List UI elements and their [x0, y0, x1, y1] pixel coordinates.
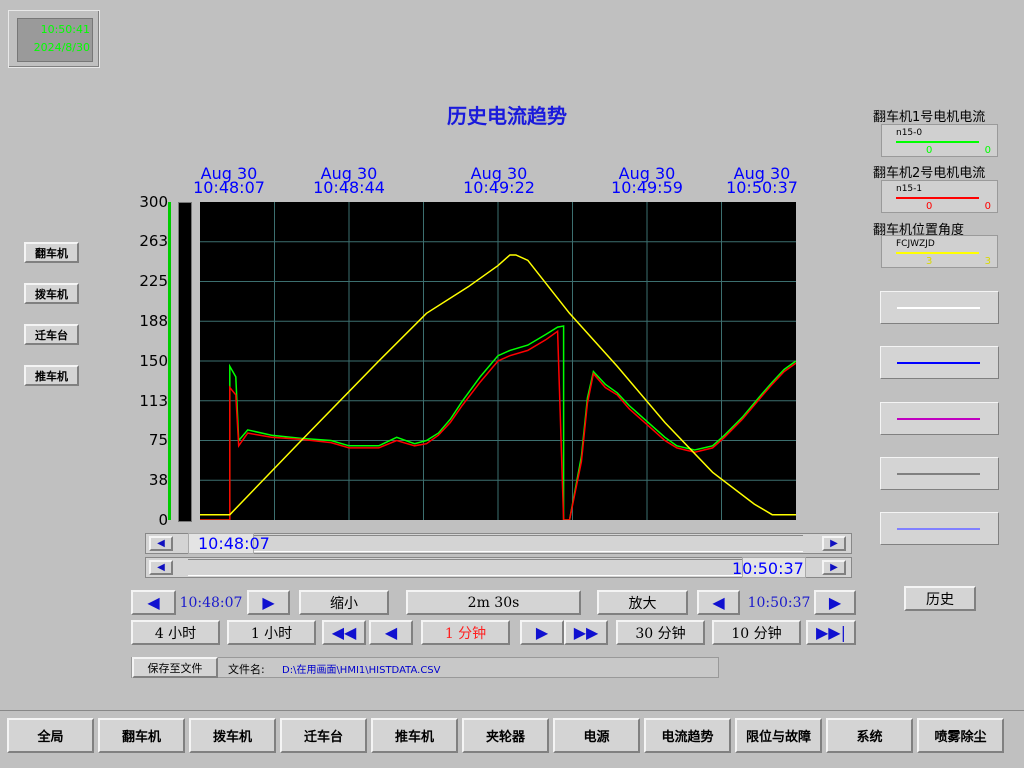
file-name-label: 文件名:	[228, 663, 265, 676]
scroll-start-value: 10:48:07	[198, 534, 270, 553]
clock-time: 10:50:41	[40, 23, 90, 36]
scroll-track[interactable]	[188, 559, 803, 576]
zoom-in-button[interactable]: 放大	[597, 590, 688, 615]
range-1h-button[interactable]: 1 小时	[227, 620, 316, 645]
y-tick-label: 263	[139, 232, 168, 250]
save-to-file-button[interactable]: 保存至文件	[132, 657, 218, 678]
pen-slot-magenta[interactable]	[880, 402, 999, 435]
range-4h-button[interactable]: 4 小时	[131, 620, 220, 645]
time-axis-label: Aug 30 10:49:22	[463, 164, 535, 197]
range-10m-button[interactable]: 10 分钟	[712, 620, 801, 645]
time-axis-label: Aug 30 10:48:44	[313, 164, 385, 197]
zoom-out-button[interactable]: 缩小	[299, 590, 389, 615]
nav-power[interactable]: 电源	[553, 718, 640, 753]
y-tick-label: 113	[139, 392, 168, 410]
prev-start-button[interactable]: ◀	[131, 590, 176, 615]
page-title: 历史电流趋势	[447, 104, 567, 128]
nav-button-boche[interactable]: 拨车机	[24, 283, 79, 304]
legend-title-1: 翻车机1号电机电流	[873, 110, 986, 125]
time-axis-label: Aug 30 10:49:59	[611, 164, 683, 197]
time-scrollbar-end[interactable]: ◀ 10:50:37 ▶	[145, 557, 852, 578]
scroll-end-value: 10:50:37	[732, 559, 804, 578]
y-axis-line	[168, 202, 171, 520]
fast-forward-icon[interactable]: ▶▶	[564, 620, 608, 645]
time-axis-label: Aug 30 10:48:07	[193, 164, 265, 197]
trend-chart[interactable]	[200, 202, 797, 521]
time-scrollbar-start[interactable]: ◀ 10:48:07 ▶	[145, 533, 852, 554]
nav-button-tuiche[interactable]: 推车机	[24, 365, 79, 386]
legend-box-3[interactable]: FCJWZJD 3 3	[881, 235, 998, 268]
next-end-button[interactable]: ▶	[814, 590, 856, 615]
nav-current-trend[interactable]: 电流趋势	[644, 718, 731, 753]
pen-slot-lightblue[interactable]	[880, 512, 999, 545]
legend-box-1[interactable]: n15-0 0 0	[881, 124, 998, 157]
y-tick-label: 38	[148, 471, 168, 489]
go-to-end-icon[interactable]: ▶▶|	[806, 620, 856, 645]
file-path[interactable]: D:\在用画面\HMI1\HISTDATA.CSV	[282, 661, 441, 676]
time-axis-label: Aug 30 10:50:37	[726, 164, 798, 197]
scroll-left-arrow-icon[interactable]: ◀	[149, 560, 173, 575]
trend-chart-svg	[200, 202, 797, 521]
pen-slot-gray[interactable]	[880, 457, 999, 490]
fast-back-icon[interactable]: ◀◀	[322, 620, 366, 645]
nav-spray-dust[interactable]: 喷雾除尘	[917, 718, 1004, 753]
nav-qianchetai[interactable]: 迁车台	[280, 718, 367, 753]
time-span-button[interactable]: 2m 30s	[406, 590, 581, 615]
y-tick-label: 225	[139, 272, 168, 290]
clock-date: 2024/8/30	[33, 41, 90, 54]
y-tick-label: 188	[139, 312, 168, 330]
nav-jialunqi[interactable]: 夹轮器	[462, 718, 549, 753]
file-row: 保存至文件 文件名: D:\在用画面\HMI1\HISTDATA.CSV	[131, 657, 719, 678]
start-time-display: 10:48:07	[179, 594, 243, 611]
y-tick-label: 0	[158, 511, 168, 529]
range-1m-button[interactable]: 1 分钟	[421, 620, 510, 645]
y-tick-label: 150	[139, 352, 168, 370]
legend-box-2[interactable]: n15-1 0 0	[881, 180, 998, 213]
end-time-display: 10:50:37	[747, 594, 811, 611]
step-forward-icon[interactable]: ▶	[520, 620, 564, 645]
nav-system[interactable]: 系统	[826, 718, 913, 753]
scroll-track[interactable]	[188, 535, 803, 552]
pen-slot-white[interactable]	[880, 291, 999, 324]
nav-button-fanche[interactable]: 翻车机	[24, 242, 79, 263]
y-tick-label: 75	[148, 431, 168, 449]
clock-panel: 10:50:41 2024/8/30	[8, 10, 100, 68]
step-back-icon[interactable]: ◀	[369, 620, 413, 645]
range-30m-button[interactable]: 30 分钟	[616, 620, 705, 645]
nav-button-qianchetai[interactable]: 迁车台	[24, 324, 79, 345]
history-button[interactable]: 历史	[904, 586, 976, 611]
scroll-left-arrow-icon[interactable]: ◀	[149, 536, 173, 551]
legend-title-2: 翻车机2号电机电流	[873, 166, 986, 181]
y-tick-label: 300	[139, 193, 168, 211]
prev-end-button[interactable]: ◀	[697, 590, 740, 615]
nav-boche[interactable]: 拨车机	[189, 718, 276, 753]
pen-slot-blue[interactable]	[880, 346, 999, 379]
nav-tuiche[interactable]: 推车机	[371, 718, 458, 753]
scroll-right-arrow-icon[interactable]: ▶	[822, 536, 846, 551]
scroll-right-arrow-icon[interactable]: ▶	[822, 560, 846, 575]
next-start-button[interactable]: ▶	[247, 590, 290, 615]
nav-fanche[interactable]: 翻车机	[98, 718, 185, 753]
nav-limit-fault[interactable]: 限位与故障	[735, 718, 822, 753]
y-scroll-bar[interactable]	[178, 202, 192, 522]
nav-global[interactable]: 全局	[7, 718, 94, 753]
